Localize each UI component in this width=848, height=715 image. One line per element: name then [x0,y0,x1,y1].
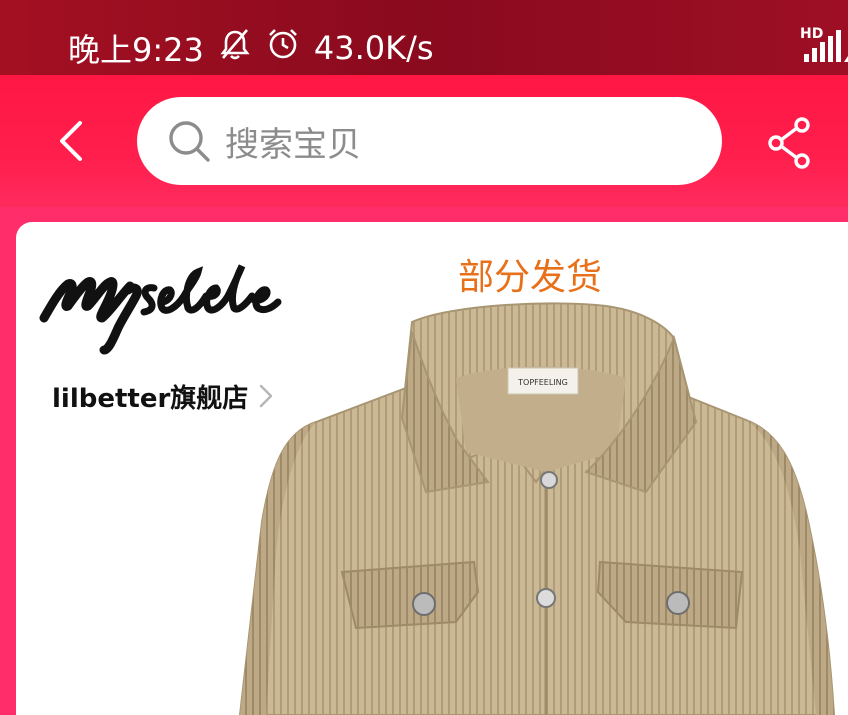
back-arrow-icon [60,121,82,161]
mute-bell-icon [218,27,252,69]
status-bar: 晚上9:23 43.0K/s HD [0,0,848,75]
clock-time: 晚上9:23 [68,31,204,69]
search-placeholder: 搜索宝贝 [225,124,361,165]
product-label-text: TOPFEELING [517,378,568,387]
product-image[interactable]: TOPFEELING [226,292,848,715]
signal-icon: HD [800,26,848,64]
back-button[interactable] [52,119,92,163]
status-right-group: HD [800,26,848,66]
app-header: 搜索宝贝 [0,75,848,207]
share-button[interactable] [766,117,814,169]
status-left-group: 晚上9:23 43.0K/s [68,27,434,69]
network-speed: 43.0K/s [313,29,434,67]
search-input[interactable]: 搜索宝贝 [137,97,722,185]
hd-label: HD [800,26,824,42]
search-icon [169,121,210,162]
share-icon [768,117,810,169]
alarm-clock-icon [266,27,300,69]
store-name: lilbetter旗舰店 [52,383,249,414]
